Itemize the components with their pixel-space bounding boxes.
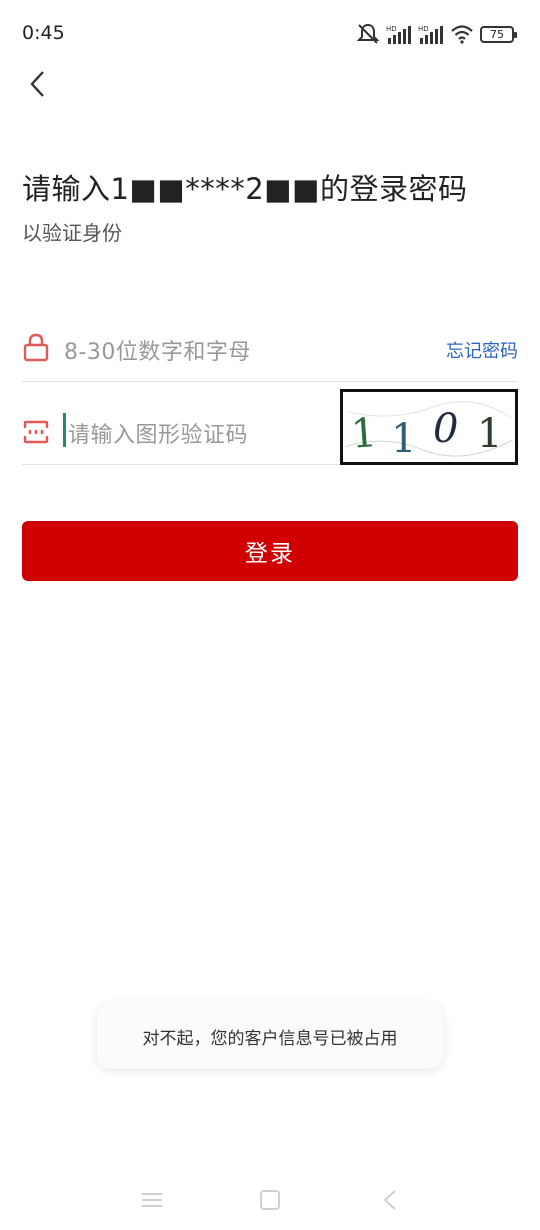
login-button[interactable]: 登录: [22, 521, 518, 581]
page-title: 请输入1■■****2■■的登录密码: [22, 172, 468, 206]
page-subtitle: 以验证身份: [22, 221, 122, 245]
captcha-image[interactable]: 1 1 0 1: [340, 389, 518, 465]
menu-icon[interactable]: [137, 1188, 167, 1212]
text-cursor: [63, 413, 66, 447]
hd-signal-icon: HD: [418, 25, 443, 44]
home-icon[interactable]: [255, 1188, 285, 1212]
wifi-icon: [451, 25, 473, 44]
svg-text:0: 0: [433, 406, 458, 452]
captcha-input[interactable]: 请输入图形验证码: [68, 417, 248, 449]
captcha-icon: [23, 420, 49, 444]
svg-text:1: 1: [391, 416, 416, 462]
status-icons: HD HD 75: [356, 22, 517, 46]
svg-text:1: 1: [350, 410, 379, 458]
svg-text:HD: HD: [386, 25, 397, 33]
status-bar: 0:45 HD HD 75: [0, 0, 540, 68]
status-time: 0:45: [22, 22, 65, 44]
mute-icon: [356, 23, 380, 44]
battery-icon: 75: [480, 25, 517, 43]
password-row: 8-30位数字和字母 忘记密码: [22, 300, 518, 382]
chevron-left-icon: [30, 71, 44, 97]
back-nav-icon[interactable]: [375, 1188, 405, 1212]
forgot-password-link[interactable]: 忘记密码: [446, 337, 518, 363]
password-input[interactable]: 8-30位数字和字母: [64, 334, 251, 366]
captcha-image-graphic: 1 1 0 1: [344, 401, 514, 462]
svg-text:HD: HD: [418, 25, 429, 33]
back-button[interactable]: [18, 62, 58, 106]
hd-signal-icon: HD: [386, 25, 411, 44]
lock-icon: [23, 333, 49, 362]
toast-message: 对不起，您的客户信息号已被占用: [97, 1003, 443, 1069]
svg-text:1: 1: [477, 411, 502, 457]
captcha-row: 请输入图形验证码 1 1 0 1: [22, 383, 518, 465]
system-nav-bar: [0, 1170, 540, 1230]
